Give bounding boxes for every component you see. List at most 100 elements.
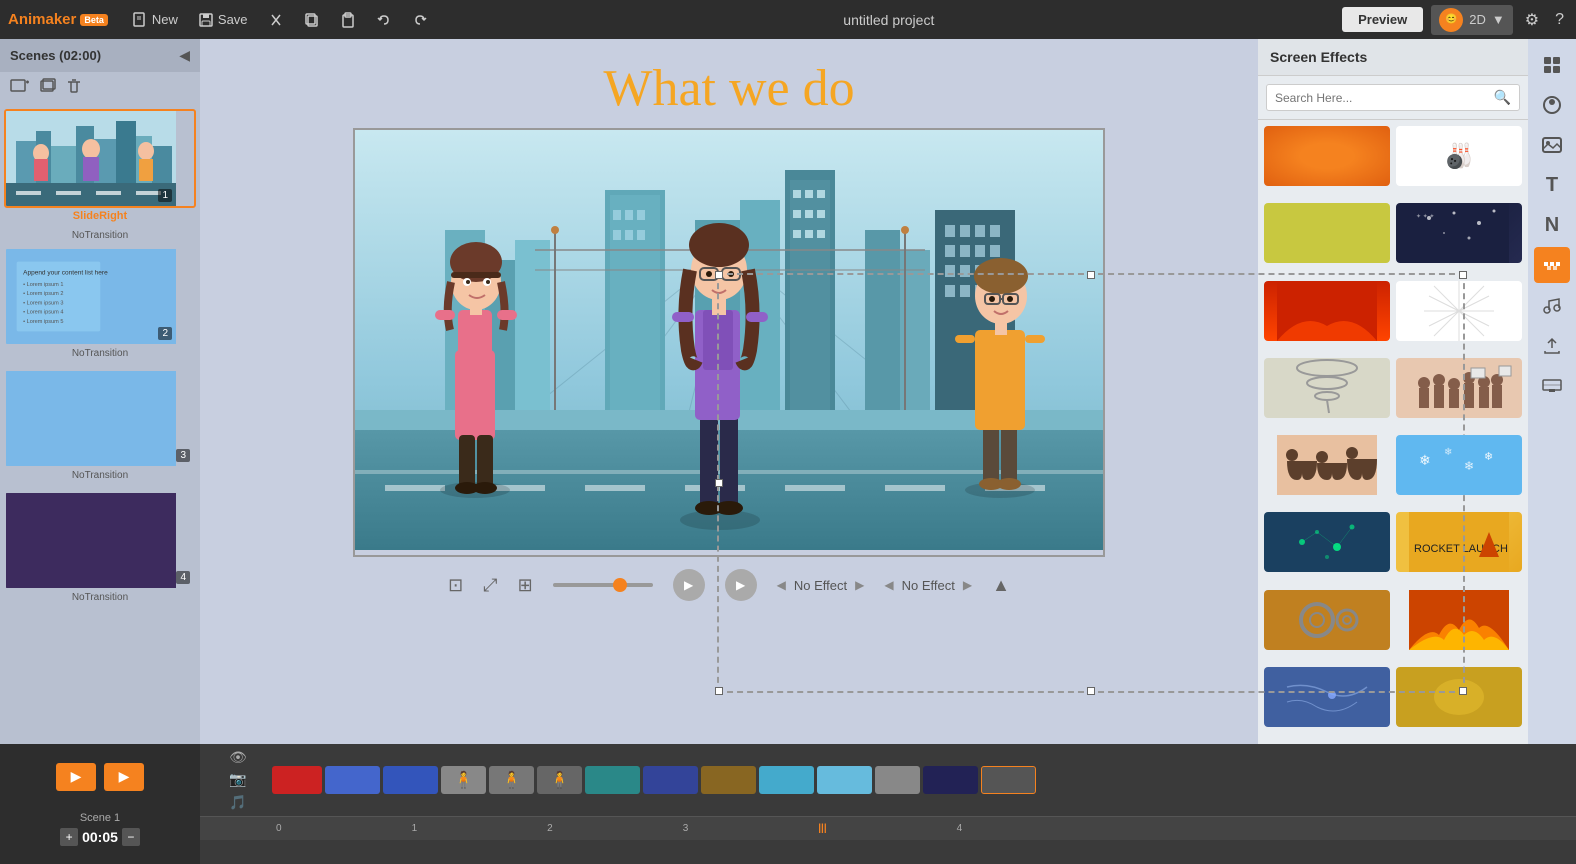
time-add-button[interactable]: +: [60, 828, 78, 846]
effects-search: 🔍: [1258, 76, 1528, 120]
effect-thumb-fire2[interactable]: [1396, 590, 1522, 650]
effects-icon[interactable]: [1534, 247, 1570, 283]
help-icon[interactable]: ?: [1551, 7, 1568, 33]
time-minus-button[interactable]: −: [122, 828, 140, 846]
scene-number-4: 4: [176, 571, 190, 584]
timeline-content: 🧍 🧍 🧍: [272, 760, 1568, 800]
widescreen-icon[interactable]: [1534, 367, 1570, 403]
effect-thumb-map[interactable]: [1264, 667, 1390, 727]
save-button[interactable]: Save: [190, 8, 256, 32]
play-scene-button[interactable]: ▶: [104, 763, 144, 791]
effect-thumb-gold[interactable]: [1396, 667, 1522, 727]
effect-thumb-snow[interactable]: ❄ ❄ ❄ ❄: [1396, 435, 1522, 495]
scene-item-1[interactable]: 1 SlideRight: [4, 109, 196, 224]
zoom-slider[interactable]: [553, 583, 653, 587]
tl-music-icon[interactable]: 🎵: [229, 794, 246, 811]
handle-bottom-left[interactable]: [715, 687, 723, 695]
tl-eye-icon[interactable]: 👁: [229, 749, 247, 766]
upload-icon[interactable]: [1534, 327, 1570, 363]
grid-button[interactable]: ⊞: [518, 575, 533, 596]
tl-cell-text[interactable]: [272, 766, 322, 794]
redo-icon: [412, 12, 428, 28]
tl-cell-char1[interactable]: 🧍: [441, 766, 486, 794]
copy-button[interactable]: [296, 8, 328, 32]
effect-thumb-tornado[interactable]: [1264, 358, 1390, 418]
scene-thumb-1[interactable]: 1: [4, 109, 196, 208]
effect-arrow-left[interactable]: ◀: [777, 578, 786, 592]
mode-selector[interactable]: 😊 2D ▼: [1431, 5, 1513, 35]
tl-cell-blue2[interactable]: [383, 766, 438, 794]
scene-item-4[interactable]: 4 NoTransition: [4, 491, 196, 609]
effect-expand-button[interactable]: ▲: [992, 575, 1010, 596]
ruler-2: 2: [547, 823, 553, 834]
tl-cell-sky[interactable]: [817, 766, 872, 794]
canvas-svg: [355, 130, 1103, 550]
beta-badge: Beta: [80, 14, 108, 26]
effect-thumb-fire[interactable]: [1264, 281, 1390, 341]
scene-item-3[interactable]: 3 NoTransition: [4, 369, 196, 487]
play-all-button[interactable]: ▶: [56, 763, 96, 791]
tl-cell-tornado[interactable]: [875, 766, 920, 794]
scene-thumb-3[interactable]: 3: [4, 369, 196, 468]
timeline-tracks: 👁 📷 🎵 🧍 🧍 🧍: [200, 744, 1576, 816]
effect-thumb-gears[interactable]: [1264, 590, 1390, 650]
tl-cell-teal[interactable]: [585, 766, 640, 794]
shapes-icon[interactable]: [1534, 87, 1570, 123]
profile-icon[interactable]: [1534, 47, 1570, 83]
scene-thumb-4[interactable]: 4: [4, 491, 196, 590]
tl-camera-icon[interactable]: 📷: [229, 771, 246, 788]
effect-arrow-right-2[interactable]: ▶: [963, 578, 972, 592]
fullscreen-button[interactable]: ⤢: [483, 575, 497, 596]
scene-item-2[interactable]: NoTransition Append your content list he…: [4, 228, 196, 365]
delete-scene-button[interactable]: [66, 78, 82, 99]
tl-cell-char3[interactable]: 🧍: [537, 766, 582, 794]
tl-cell-char2[interactable]: 🧍: [489, 766, 534, 794]
effect-arrow-left-2[interactable]: ◀: [884, 578, 893, 592]
tl-cell-lightblue[interactable]: [759, 766, 814, 794]
canvas-frame[interactable]: [353, 128, 1105, 557]
effect-arrow-right[interactable]: ▶: [855, 578, 864, 592]
scene3-svg: [6, 371, 176, 466]
undo-button[interactable]: [368, 8, 400, 32]
settings-icon[interactable]: ⚙: [1521, 6, 1543, 34]
top-bar: Animaker Beta New Save untitled project …: [0, 0, 1576, 39]
search-box[interactable]: 🔍: [1266, 84, 1520, 111]
cut-button[interactable]: [260, 8, 292, 32]
handle-bottom-mid[interactable]: [1087, 687, 1095, 695]
effect-thumb-crowd[interactable]: [1396, 358, 1522, 418]
title-icon[interactable]: N: [1534, 207, 1570, 243]
search-input[interactable]: [1275, 91, 1494, 105]
tl-cell-dark[interactable]: [923, 766, 978, 794]
effect-thumb-orange[interactable]: [1264, 126, 1390, 186]
timeline-left: ▶ ▶ Scene 1 + 00:05 −: [0, 744, 200, 864]
effect-thumb-bowling[interactable]: 🎳: [1396, 126, 1522, 186]
tl-cell-blue1[interactable]: [325, 766, 380, 794]
music-icon[interactable]: [1534, 287, 1570, 323]
play-button-1[interactable]: ▶: [673, 569, 705, 601]
text-icon[interactable]: T: [1534, 167, 1570, 203]
scene-thumb-2[interactable]: Append your content list here • Lorem ip…: [4, 247, 196, 346]
preview-button[interactable]: Preview: [1342, 7, 1423, 32]
tl-cell-empty[interactable]: [981, 766, 1036, 794]
tl-cell-scene[interactable]: [701, 766, 756, 794]
add-scene-button[interactable]: [10, 78, 30, 99]
play-button-2[interactable]: ▶: [725, 569, 757, 601]
duplicate-scene-button[interactable]: [38, 78, 58, 99]
scenes-header: Scenes (02:00) ◀: [0, 39, 200, 72]
redo-button[interactable]: [404, 8, 436, 32]
delete-icon: [66, 78, 82, 94]
image-icon[interactable]: [1534, 127, 1570, 163]
effect-thumb-stars[interactable]: [1396, 203, 1522, 263]
collapse-icon[interactable]: ◀: [179, 47, 190, 64]
fit-view-button[interactable]: ⊡: [448, 575, 463, 596]
effect-thumb-starburst[interactable]: [1396, 281, 1522, 341]
new-button[interactable]: New: [124, 8, 186, 32]
timeline-icons-bar: 👁 📷 🎵: [208, 748, 268, 812]
cut-icon: [268, 12, 284, 28]
tl-cell-wave[interactable]: [643, 766, 698, 794]
effect-thumb-yellow-green[interactable]: [1264, 203, 1390, 263]
effect-thumb-silhouettes[interactable]: [1264, 435, 1390, 495]
effect-thumb-dots[interactable]: [1264, 512, 1390, 572]
effect-thumb-rocket[interactable]: ROCKET LAUNCH: [1396, 512, 1522, 572]
paste-button[interactable]: [332, 8, 364, 32]
